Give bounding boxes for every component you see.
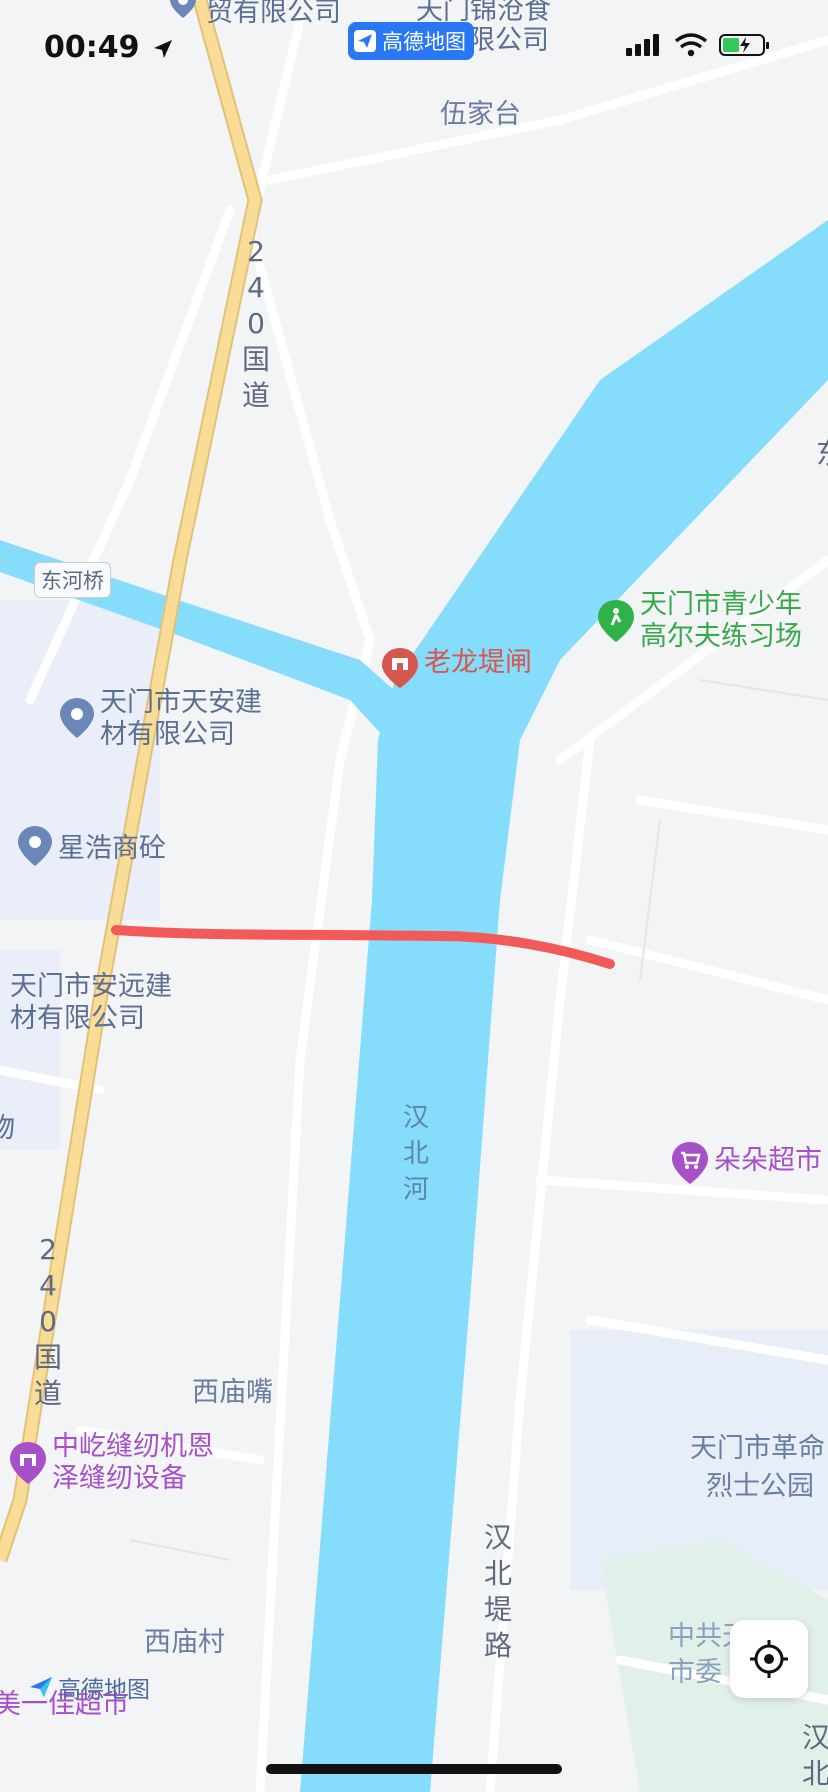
poi-label: 物 — [0, 1113, 15, 1144]
shopping-cart-icon[interactable] — [672, 1142, 708, 1184]
gate-icon[interactable] — [382, 648, 418, 688]
road-label: 2 4 0 国 道 — [241, 235, 270, 412]
road-label: 东 — [816, 432, 828, 472]
poi-label[interactable]: 星浩商砼 — [58, 832, 166, 866]
poi-label[interactable]: 贸有限公司 — [206, 0, 341, 30]
home-indicator[interactable] — [266, 1764, 562, 1774]
locate-button[interactable] — [730, 1620, 808, 1698]
poi-label[interactable]: 天门市青少年 — [640, 588, 802, 622]
amap-chip-label: 高德地图 — [382, 30, 466, 54]
status-time: 00:49 — [44, 30, 174, 65]
place-label[interactable]: 烈士公园 — [706, 1464, 814, 1503]
poi-pin-icon[interactable] — [18, 826, 52, 866]
amap-logo-icon — [354, 30, 376, 52]
road-label: 汉 北 堤 路 — [483, 1521, 512, 1662]
status-icons — [626, 33, 769, 57]
map-screen[interactable]: 贸有限公司 天门锦沧食 限公司 伍家台 2 4 0 国 道 2 4 0 国 道 … — [0, 0, 828, 1792]
route-highlight-line — [111, 925, 615, 969]
place-label[interactable]: 天门市革命 — [690, 1426, 825, 1465]
road-label: 2 4 0 国 道 — [33, 1233, 62, 1410]
amap-logo-icon — [30, 1677, 52, 1697]
poi-label[interactable]: 限公司 — [468, 24, 549, 58]
poi-label[interactable]: 朵朵超市 — [714, 1144, 822, 1178]
poi-pin-icon[interactable] — [60, 698, 94, 738]
minor-road — [585, 935, 828, 1005]
location-arrow-icon — [153, 39, 172, 58]
minor-road-edge — [129, 1539, 231, 1561]
map-canvas[interactable] — [0, 0, 828, 1792]
poi-label[interactable]: 高尔夫练习场 — [640, 620, 802, 654]
golf-icon[interactable] — [598, 600, 634, 642]
signal-icon — [626, 34, 659, 56]
amap-watermark: 高德地图 — [28, 1670, 150, 1704]
sewing-shop-icon[interactable] — [10, 1442, 46, 1484]
place-label: 西庙村 — [144, 1627, 225, 1658]
place-label[interactable]: 市委 — [668, 1650, 722, 1689]
watermark-text: 高德地图 — [58, 1677, 150, 1703]
place-label: 西庙嘴 — [192, 1377, 273, 1408]
minor-road — [635, 795, 828, 835]
battery-icon — [719, 34, 769, 56]
place-label: 伍家台 — [440, 99, 521, 130]
poi-label[interactable]: 天门市安远建 — [10, 970, 172, 1004]
river-label: 汉 北 河 — [402, 1103, 429, 1205]
poi-label[interactable]: 材有限公司 — [100, 718, 235, 752]
poi-pin-icon — [170, 0, 196, 18]
poi-label[interactable]: 中屹缝纫机恩 — [52, 1430, 214, 1464]
bridge-label[interactable]: 东河桥 — [34, 562, 111, 598]
minor-road-edge — [699, 679, 828, 701]
poi-label[interactable]: 泽缝纫设备 — [52, 1462, 187, 1496]
poi-label[interactable]: 老龙堤闸 — [424, 646, 532, 680]
wifi-icon — [674, 33, 708, 57]
road-label: 汉 北 — [801, 1721, 828, 1790]
amap-return-chip[interactable]: 高德地图 — [348, 22, 474, 60]
poi-label[interactable]: 材有限公司 — [10, 1002, 145, 1036]
minor-road — [265, 35, 828, 185]
land-block — [0, 600, 160, 920]
locate-icon — [750, 1640, 788, 1678]
poi-label[interactable]: 天门市天安建 — [100, 686, 262, 720]
